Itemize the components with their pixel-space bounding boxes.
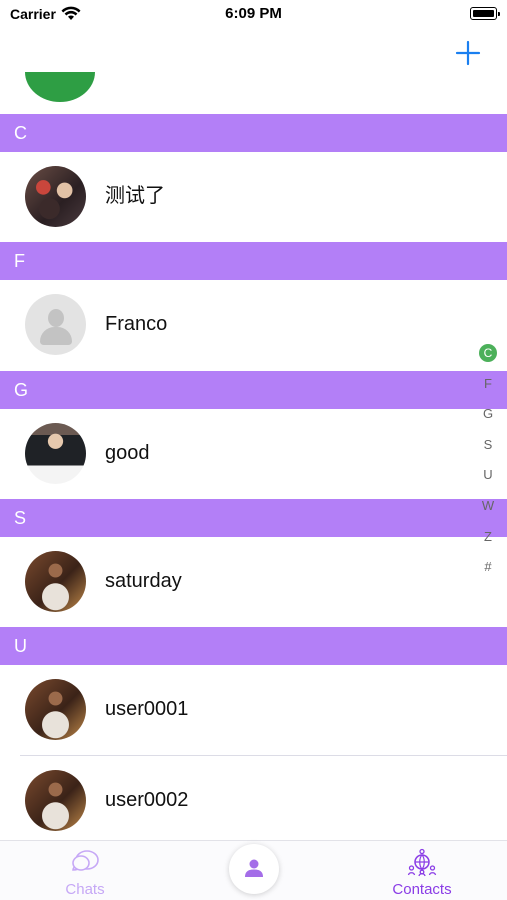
contact-name: user0002 <box>105 789 189 811</box>
contact-avatar <box>25 166 86 227</box>
section-header-f: F <box>0 242 507 280</box>
index-letter-s[interactable]: S <box>478 435 498 466</box>
contact-name: user0001 <box>105 698 189 720</box>
contact-name: saturday <box>105 570 182 592</box>
contact-name: Franco <box>105 313 168 335</box>
contact-row[interactable]: Franco <box>0 280 507 370</box>
default-avatar-icon <box>25 294 86 355</box>
contact-avatar <box>25 770 86 831</box>
contact-row[interactable]: saturday <box>0 537 507 627</box>
chat-bubbles-icon <box>72 850 99 871</box>
index-letter-u[interactable]: U <box>478 465 498 496</box>
contact-list[interactable]: C 测试了 F Franco G good S saturday U user0… <box>0 72 507 840</box>
index-letter-f[interactable]: F <box>478 374 498 405</box>
contact-row[interactable]: user0001 <box>0 665 507 755</box>
section-header-s: S <box>0 499 507 537</box>
contact-row[interactable]: 测试了 <box>0 152 507 242</box>
index-letter-z[interactable]: Z <box>478 527 498 558</box>
contact-avatar <box>25 423 86 484</box>
center-action-button[interactable] <box>229 844 279 894</box>
contact-name: good <box>105 442 150 464</box>
add-contact-button[interactable] <box>455 40 481 66</box>
contact-name: 测试了 <box>105 185 165 207</box>
contact-avatar[interactable] <box>25 72 95 102</box>
section-header-u: U <box>0 627 507 665</box>
contact-avatar <box>25 679 86 740</box>
status-bar: Carrier 6:09 PM <box>0 0 507 30</box>
tab-contacts-label: Contacts <box>392 881 452 898</box>
section-index-bar[interactable]: C F G S U W Z # <box>478 343 498 588</box>
battery-icon <box>470 7 500 20</box>
tab-chats[interactable]: Chats <box>25 841 145 900</box>
plus-icon <box>455 40 481 66</box>
contact-row[interactable]: good <box>0 409 507 499</box>
index-letter-g[interactable]: G <box>478 404 498 435</box>
tab-bar: Chats Contacts <box>0 840 507 900</box>
contacts-globe-icon <box>407 848 437 877</box>
contact-row[interactable]: user0002 <box>0 756 507 840</box>
status-time: 6:09 PM <box>225 5 282 22</box>
index-letter-w[interactable]: W <box>478 496 498 527</box>
section-header-g: G <box>0 371 507 409</box>
contact-avatar <box>25 551 86 612</box>
person-icon <box>245 859 263 877</box>
section-header-c: C <box>0 114 507 152</box>
tab-chats-label: Chats <box>65 881 105 898</box>
tab-contacts[interactable]: Contacts <box>362 841 482 900</box>
index-letter-c[interactable]: C <box>478 343 498 374</box>
index-letter-hash[interactable]: # <box>478 557 498 588</box>
